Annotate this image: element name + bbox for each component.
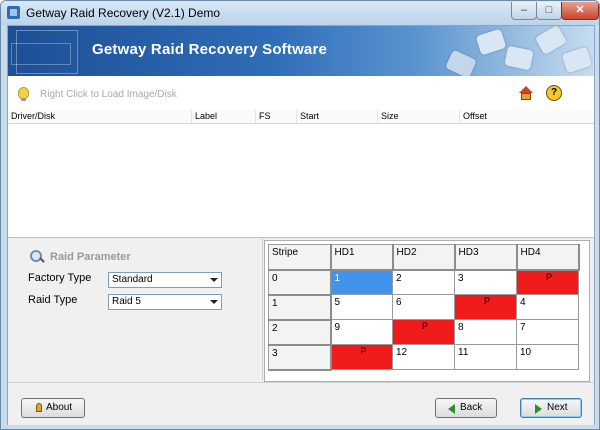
parity-cell[interactable]: P bbox=[392, 319, 455, 345]
stripe-cell[interactable]: 7 bbox=[516, 319, 579, 345]
main-client-area: Getway Raid Recovery Software Right Clic… bbox=[7, 25, 595, 425]
app-icon bbox=[7, 6, 20, 19]
home-icon[interactable] bbox=[519, 86, 533, 100]
raid-parameter-panel: Raid Parameter Factory Type Standard Rai… bbox=[8, 238, 263, 380]
stripe-cell[interactable]: 4 bbox=[516, 294, 579, 320]
back-button[interactable]: Back bbox=[435, 398, 497, 418]
key-icon bbox=[36, 403, 42, 412]
stripe-cell[interactable]: 1 bbox=[330, 269, 393, 295]
factory-type-label: Factory Type bbox=[28, 272, 92, 284]
stripe-row: 3 P 12 11 10 bbox=[268, 344, 579, 371]
puzzle-piece-icon bbox=[504, 45, 534, 71]
column-header-fs[interactable]: FS bbox=[255, 110, 296, 123]
parity-cell[interactable]: P bbox=[454, 294, 517, 320]
header-hd1: HD1 bbox=[330, 244, 394, 271]
stripe-index: 2 bbox=[268, 319, 332, 346]
puzzle-piece-icon bbox=[444, 49, 478, 76]
column-header-size[interactable]: Size bbox=[377, 110, 459, 123]
stripe-cell[interactable]: 12 bbox=[392, 344, 455, 370]
banner-title: Getway Raid Recovery Software bbox=[92, 41, 328, 58]
stripe-cell[interactable]: 2 bbox=[392, 269, 455, 295]
parity-label: P bbox=[484, 296, 491, 306]
header-hd2: HD2 bbox=[392, 244, 456, 271]
back-label: Back bbox=[460, 402, 483, 413]
banner-grid-graphic bbox=[11, 30, 78, 74]
raid-type-value: Raid 5 bbox=[112, 296, 141, 307]
column-header-start[interactable]: Start bbox=[296, 110, 377, 123]
parity-cell[interactable]: P bbox=[516, 269, 579, 295]
raid-type-label: Raid Type bbox=[28, 294, 78, 306]
stripe-table: Stripe HD1 HD2 HD3 HD4 0 1 2 3 P 1 5 6 P… bbox=[268, 244, 580, 371]
minimize-button[interactable]: – bbox=[511, 2, 537, 20]
stripe-row: 0 1 2 3 P bbox=[268, 269, 579, 296]
factory-type-value: Standard bbox=[112, 274, 153, 285]
header-hd4: HD4 bbox=[516, 244, 580, 271]
next-button[interactable]: Next bbox=[520, 398, 582, 418]
puzzle-piece-icon bbox=[534, 26, 568, 56]
puzzle-piece-icon bbox=[561, 46, 593, 74]
stripe-index: 1 bbox=[268, 294, 332, 321]
help-icon[interactable]: ? bbox=[546, 85, 562, 101]
puzzle-piece-icon bbox=[475, 28, 507, 56]
stripe-cell[interactable]: 11 bbox=[454, 344, 517, 370]
stripe-cell[interactable]: 8 bbox=[454, 319, 517, 345]
parity-label: P bbox=[360, 346, 367, 356]
next-label: Next bbox=[547, 402, 568, 413]
maximize-button[interactable]: □ bbox=[536, 2, 562, 20]
lightbulb-icon bbox=[18, 87, 29, 101]
bottom-bar: About Back Next bbox=[8, 382, 594, 425]
disk-list[interactable]: Driver/Disk Label FS Start Size Offset bbox=[8, 110, 594, 238]
stripe-header-row: Stripe HD1 HD2 HD3 HD4 bbox=[268, 244, 580, 271]
stripe-index: 0 bbox=[268, 269, 332, 296]
factory-type-select[interactable]: Standard bbox=[108, 272, 222, 288]
about-label: About bbox=[46, 402, 73, 413]
arrow-left-icon bbox=[448, 404, 455, 414]
raid-parameter-title: Raid Parameter bbox=[50, 251, 131, 263]
banner: Getway Raid Recovery Software bbox=[8, 26, 594, 76]
parity-label: P bbox=[422, 321, 429, 331]
stripe-row: 2 9 P 8 7 bbox=[268, 319, 579, 346]
column-header-driver-disk[interactable]: Driver/Disk bbox=[8, 110, 191, 123]
header-stripe: Stripe bbox=[268, 244, 332, 271]
close-button[interactable]: ✕ bbox=[561, 2, 599, 20]
parity-label: P bbox=[546, 271, 553, 282]
arrow-right-icon bbox=[535, 404, 542, 414]
stripe-cell[interactable]: 10 bbox=[516, 344, 579, 370]
chevron-down-icon[interactable] bbox=[210, 278, 218, 282]
column-header-offset[interactable]: Offset bbox=[459, 110, 594, 123]
stripe-cell[interactable]: 9 bbox=[330, 319, 393, 345]
stripe-cell[interactable]: 3 bbox=[454, 269, 517, 295]
disk-list-header: Driver/Disk Label FS Start Size Offset bbox=[8, 110, 594, 124]
stripe-index: 3 bbox=[268, 344, 332, 371]
stripe-cell[interactable]: 5 bbox=[330, 294, 393, 320]
toolbar: Right Click to Load Image/Disk ? bbox=[8, 76, 594, 111]
column-header-label[interactable]: Label bbox=[191, 110, 255, 123]
raid-type-select[interactable]: Raid 5 bbox=[108, 294, 222, 310]
load-hint-text: Right Click to Load Image/Disk bbox=[40, 89, 177, 100]
parity-cell[interactable]: P bbox=[330, 344, 393, 370]
window-title: Getway Raid Recovery (V2.1) Demo bbox=[26, 6, 221, 20]
stripe-cell[interactable]: 6 bbox=[392, 294, 455, 320]
title-bar[interactable]: Getway Raid Recovery (V2.1) Demo – □ ✕ bbox=[1, 1, 599, 25]
stripe-layout-panel: Stripe HD1 HD2 HD3 HD4 0 1 2 3 P 1 5 6 P… bbox=[264, 240, 590, 382]
app-window: Getway Raid Recovery (V2.1) Demo – □ ✕ G… bbox=[0, 0, 600, 430]
chevron-down-icon[interactable] bbox=[210, 300, 218, 304]
stripe-row: 1 5 6 P 4 bbox=[268, 294, 579, 321]
about-button[interactable]: About bbox=[21, 398, 85, 418]
header-hd3: HD3 bbox=[454, 244, 518, 271]
magnifier-icon bbox=[30, 250, 43, 263]
